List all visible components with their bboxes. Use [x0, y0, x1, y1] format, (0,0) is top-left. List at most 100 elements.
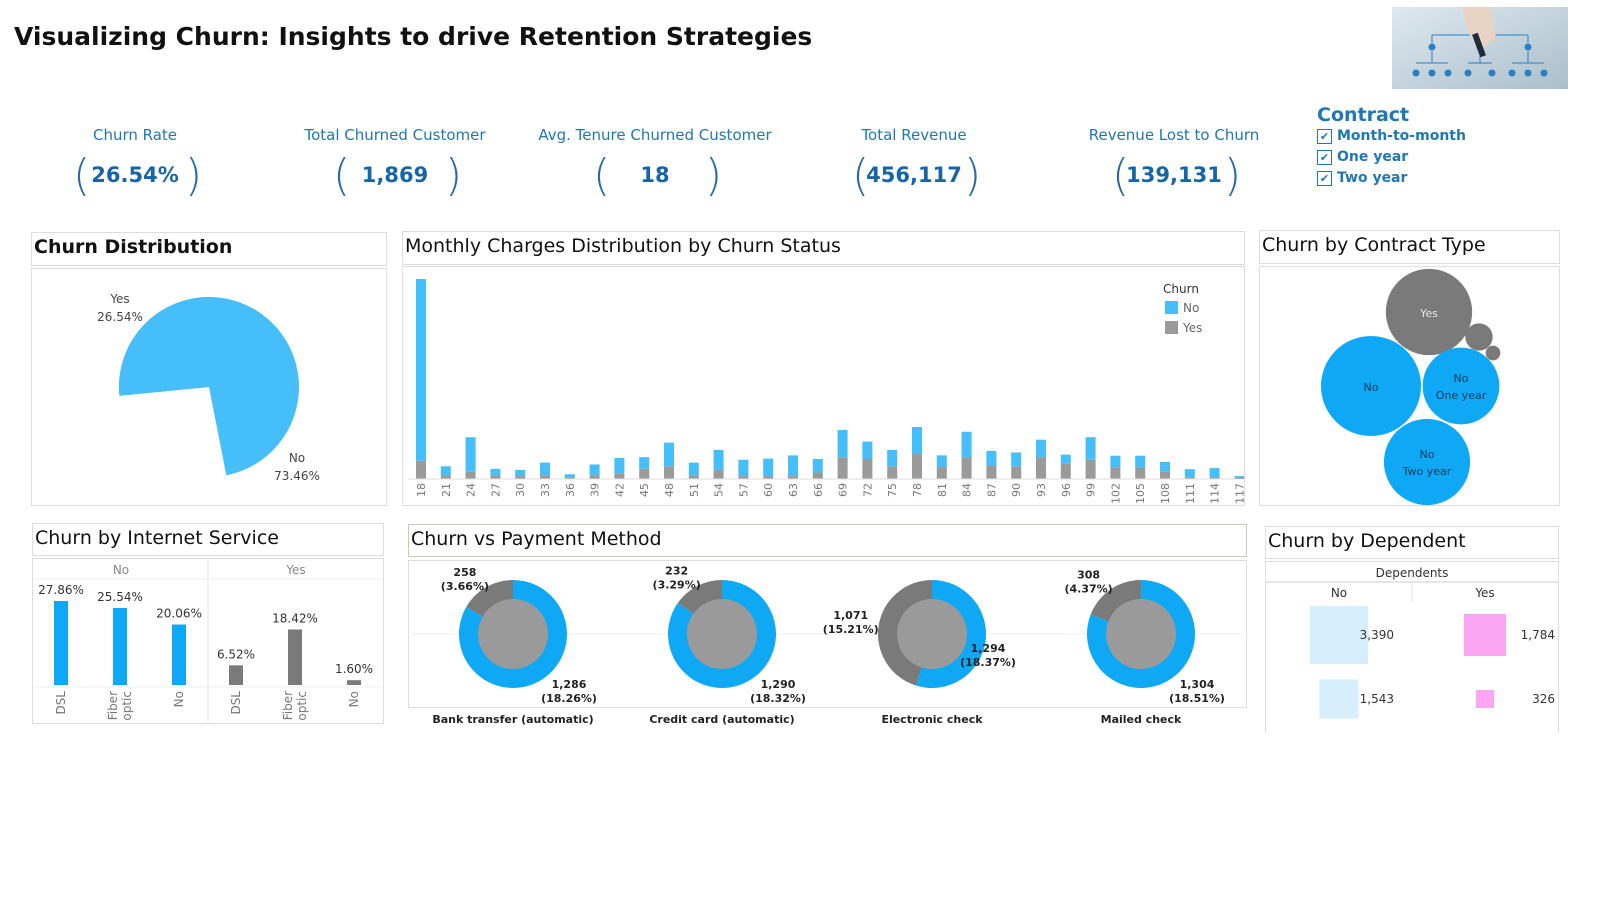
dependent-column: No [1331, 586, 1347, 600]
hist-bar-yes[interactable] [440, 475, 451, 479]
hist-bar-no[interactable] [664, 442, 674, 467]
hist-bar-no[interactable] [465, 437, 476, 472]
dependent-square[interactable] [1476, 690, 1494, 708]
hist-bar-no[interactable] [862, 441, 873, 459]
hist-bar-no[interactable] [837, 429, 848, 458]
filter-month-to-month[interactable]: ✔ Month-to-month [1317, 128, 1466, 149]
hist-bar-yes[interactable] [986, 465, 997, 479]
pie-slice-no[interactable] [119, 297, 299, 476]
hist-bar-yes[interactable] [490, 475, 501, 479]
hist-bar-no[interactable] [540, 462, 550, 476]
hist-bar-no[interactable] [490, 468, 501, 476]
filter-two-year[interactable]: ✔ Two year [1317, 170, 1466, 191]
internet-bar[interactable] [54, 601, 68, 685]
hist-bar-yes[interactable] [887, 466, 898, 479]
hist-bar-no[interactable] [564, 474, 575, 478]
hist-bar-no[interactable] [1011, 452, 1022, 467]
hist-bar-no[interactable] [688, 462, 699, 476]
hist-bar-yes[interactable] [862, 459, 873, 479]
hist-bar-yes[interactable] [639, 468, 650, 479]
hist-bar-no[interactable] [1060, 454, 1071, 464]
hist-bar-yes[interactable] [1036, 457, 1046, 479]
hist-bar-no[interactable] [788, 455, 798, 477]
hist-bar-no[interactable] [1110, 455, 1121, 468]
hist-tick-label: 51 [688, 483, 701, 497]
hist-bar-yes[interactable] [688, 475, 699, 479]
hist-bar-no[interactable] [1234, 476, 1245, 478]
dependent-square[interactable] [1319, 679, 1359, 719]
hist-bar-yes[interactable] [812, 472, 823, 479]
dependent-square[interactable] [1463, 613, 1507, 657]
hist-tick-label: 90 [1010, 483, 1023, 497]
hist-bar-yes[interactable] [936, 467, 947, 479]
hist-bar-no[interactable] [1160, 461, 1170, 472]
internet-bar[interactable] [347, 680, 361, 685]
hist-bar-yes[interactable] [1085, 459, 1096, 479]
contract-bubble[interactable] [1422, 347, 1500, 425]
hist-bar-yes[interactable] [1135, 467, 1146, 479]
hist-bar-yes[interactable] [614, 473, 625, 479]
hist-bar-yes[interactable] [961, 457, 972, 479]
hist-bar-no[interactable] [961, 431, 972, 458]
hist-tick-label: 27 [489, 483, 502, 497]
pie-label-pct: 26.54% [97, 310, 143, 324]
hist-bar-no[interactable] [1184, 469, 1195, 478]
hist-bar-yes[interactable] [664, 466, 674, 479]
legend-swatch [1165, 301, 1178, 314]
hist-bar-no[interactable] [515, 469, 526, 477]
hist-bar-yes[interactable] [1060, 463, 1071, 479]
hist-bar-no[interactable] [1135, 455, 1146, 468]
hist-bar-no[interactable] [887, 449, 898, 467]
internet-bar[interactable] [288, 629, 302, 685]
internet-bar-label: 6.52% [217, 647, 255, 661]
hist-bar-no[interactable] [614, 457, 625, 474]
hist-tick-label: 84 [961, 483, 974, 497]
hist-bar-yes[interactable] [465, 471, 476, 479]
hist-bar-no[interactable] [1209, 468, 1220, 478]
hist-bar-yes[interactable] [713, 469, 724, 479]
internet-bar[interactable] [113, 607, 127, 685]
hist-bar-no[interactable] [589, 464, 600, 476]
hist-bar-yes[interactable] [837, 457, 848, 479]
hist-bar-yes[interactable] [1011, 466, 1022, 479]
hist-bar-no[interactable] [440, 466, 451, 476]
hist-bar-no[interactable] [1085, 437, 1096, 460]
donut-label-yes: 232 [665, 565, 688, 578]
hist-bar-no[interactable] [986, 451, 997, 466]
hist-tick-label: 45 [638, 483, 651, 497]
checkbox-icon[interactable]: ✔ [1317, 128, 1332, 144]
hist-bar-no[interactable] [936, 455, 947, 467]
hist-bar-no[interactable] [1036, 439, 1046, 458]
hist-bar-no[interactable] [738, 459, 749, 477]
kpi-value: 456,117 [866, 163, 962, 187]
donut-label-yes: 1,071 [833, 609, 868, 622]
hist-bar-no[interactable] [812, 459, 823, 473]
donut-label-yes: 258 [453, 566, 476, 579]
hist-bar-no[interactable] [639, 457, 650, 469]
contract-bubble[interactable] [1465, 323, 1493, 351]
contract-bubble[interactable] [1383, 418, 1471, 506]
hist-bar-no[interactable] [416, 279, 426, 461]
hist-bar-yes[interactable] [589, 475, 600, 479]
internet-tick-label: DSL [54, 691, 68, 715]
internet-bar[interactable] [229, 665, 243, 685]
hist-bar-yes[interactable] [416, 460, 426, 479]
checkbox-icon[interactable]: ✔ [1317, 170, 1332, 186]
hist-tick-label: 42 [613, 483, 626, 497]
checkbox-icon[interactable]: ✔ [1317, 149, 1332, 165]
hist-bar-no[interactable] [763, 458, 774, 477]
donut-label-yes-pct: (3.29%) [653, 579, 701, 592]
hist-bar-yes[interactable] [1160, 471, 1170, 479]
hist-bar-yes[interactable] [1110, 467, 1121, 479]
hist-bar-yes[interactable] [540, 475, 550, 479]
filter-one-year[interactable]: ✔ One year [1317, 149, 1466, 170]
kpi-label: Churn Rate [92, 126, 178, 144]
hist-bar-no[interactable] [912, 427, 922, 454]
contract-bubble[interactable] [1485, 345, 1501, 361]
internet-bar[interactable] [172, 624, 186, 685]
hist-bar-yes[interactable] [912, 453, 922, 479]
payment-method-name: Electronic check [881, 713, 983, 726]
legend-title: Churn [1163, 282, 1199, 296]
hist-bar-no[interactable] [713, 449, 724, 470]
kpi-right-bracket: ) [705, 150, 723, 201]
